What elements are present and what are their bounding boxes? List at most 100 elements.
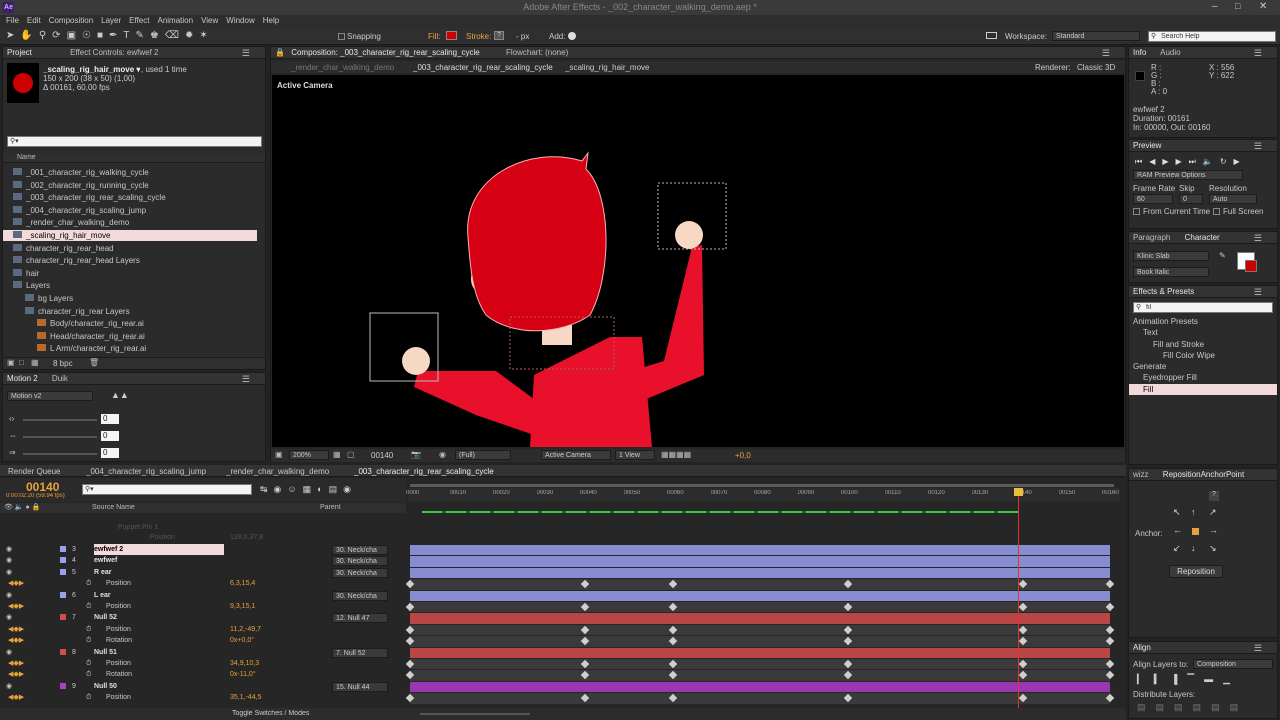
menu-animation[interactable]: Animation <box>157 16 193 25</box>
draft-3d-icon[interactable]: ◉ <box>274 484 282 495</box>
layer-name[interactable]: ewfwef <box>94 555 224 566</box>
grid-icon[interactable]: ▦ <box>333 450 341 459</box>
interpret-footage-icon[interactable]: ▣ <box>7 358 15 367</box>
font-style-dropdown[interactable]: Book Italic <box>1133 267 1209 277</box>
project-item[interactable]: character_rig_rear_head <box>3 243 257 254</box>
tab-wizz[interactable]: wizz <box>1133 470 1149 479</box>
exposure-value[interactable]: +0,0 <box>735 451 751 460</box>
keyframe-nav-icon[interactable]: ◀◆▶ <box>8 669 24 680</box>
clone-stamp-tool-icon[interactable]: ♚ <box>150 30 159 41</box>
eyedropper-icon[interactable]: ✎ <box>1219 251 1226 260</box>
keyframe-nav-icon[interactable]: ◀◆▶ <box>8 578 24 589</box>
project-item[interactable]: Layers <box>3 280 257 291</box>
comp-viewer[interactable]: Active Camera <box>272 75 1124 447</box>
parent-dropdown[interactable]: 7. Null 52 <box>332 647 388 658</box>
project-item[interactable]: _001_character_rig_walking_cycle <box>3 167 257 178</box>
visibility-icon[interactable]: ◉ <box>6 612 12 623</box>
parent-dropdown[interactable]: 30. Neck/cha <box>332 545 388 555</box>
project-item[interactable]: hair <box>3 268 257 279</box>
project-item[interactable]: bg Layers <box>3 293 257 304</box>
property-value[interactable]: 0x+0,0° <box>230 635 254 646</box>
anchor-top-icon[interactable]: ↑ <box>1191 507 1196 517</box>
project-item[interactable]: Head/character_rig_rear.ai <box>3 331 257 342</box>
layer-name[interactable]: Null 50 <box>94 681 224 692</box>
property-value[interactable]: 0x-11,0° <box>230 669 256 680</box>
layer-duration-bar[interactable] <box>410 647 1110 658</box>
quality-dropdown[interactable]: (Full) <box>455 450 511 460</box>
property-row[interactable]: ◀◆▶ ⏱ Position 9,3,15,1 <box>0 601 406 612</box>
menu-effect[interactable]: Effect <box>129 16 149 25</box>
layer-duration-bar[interactable] <box>410 613 1110 624</box>
tab-scaling-jump[interactable]: _004_character_rig_scaling_jump <box>86 467 206 476</box>
motion-preset-dropdown[interactable]: Motion v2 <box>7 391 93 401</box>
project-item[interactable]: Body/character_rig_rear.ai <box>3 318 257 329</box>
panel-menu-icon[interactable]: ☰ <box>242 373 250 384</box>
visibility-icon[interactable]: ◉ <box>6 590 12 601</box>
brush-tool-icon[interactable]: ✎ <box>136 30 144 41</box>
search-help-field[interactable]: ⚲ Search Help <box>1148 31 1276 42</box>
stopwatch-icon[interactable]: ⏱ <box>86 635 91 646</box>
keyframe-nav-icon[interactable]: ◀◆▶ <box>8 658 24 669</box>
layer-row[interactable]: 6 L ear 30. Neck/cha ◉ <box>0 590 406 601</box>
visibility-icon[interactable]: ◉ <box>6 681 12 692</box>
layer-row[interactable]: 9 Null 50 15. Null 44 ◉ <box>0 681 406 692</box>
parent-dropdown[interactable]: 12. Null 47 <box>332 613 388 624</box>
current-time-handle[interactable] <box>1014 488 1023 496</box>
layer-duration-bar[interactable] <box>410 590 1110 601</box>
distribute-hcenter-icon[interactable]: ▤ <box>1211 702 1220 713</box>
align-to-dropdown[interactable]: Composition <box>1193 659 1273 669</box>
ram-preview-icon[interactable]: ▶ <box>1234 157 1240 167</box>
tab-info[interactable]: Info <box>1133 48 1146 57</box>
menu-edit[interactable]: Edit <box>27 16 41 25</box>
skip-dropdown[interactable]: 0 <box>1179 194 1203 204</box>
stopwatch-icon[interactable]: ⏱ <box>86 669 91 680</box>
anchor-top-right-icon[interactable]: ↗ <box>1209 507 1217 518</box>
panel-menu-icon[interactable]: ☰ <box>1254 140 1262 151</box>
workspace-dropdown[interactable]: Standard <box>1052 31 1140 41</box>
tab-effects-presets[interactable]: Effects & Presets <box>1133 287 1194 296</box>
tab-render-queue[interactable]: Render Queue <box>8 467 60 476</box>
property-value[interactable]: 11,2,-49,7 <box>230 624 261 635</box>
project-item[interactable]: _scaling_rig_hair_move <box>3 230 257 241</box>
always-preview-icon[interactable]: ▣ <box>275 450 283 459</box>
keyframe-nav-icon[interactable]: ◀◆▶ <box>8 601 24 612</box>
effects-search-field[interactable]: ⚲ fil <box>1133 302 1273 313</box>
timeline-zoom-slider[interactable] <box>420 713 530 715</box>
effects-item[interactable]: Eyedropper Fill <box>1129 372 1277 383</box>
column-name[interactable]: Name <box>17 154 36 161</box>
align-vcenter-icon[interactable]: ▬ <box>1204 674 1213 685</box>
align-left-icon[interactable]: ▎ <box>1137 674 1144 685</box>
help-icon[interactable]: ? <box>1209 491 1219 501</box>
keyframe-nav-icon[interactable]: ◀◆▶ <box>8 635 24 646</box>
motion-value-1[interactable]: 0 <box>101 414 119 424</box>
panel-menu-icon[interactable]: ☰ <box>1102 47 1110 58</box>
comp-mini-flowchart-icon[interactable]: ↹ <box>260 484 268 495</box>
anchor-right-icon[interactable]: → <box>1209 525 1218 535</box>
renderer-value[interactable]: Classic 3D <box>1077 63 1115 72</box>
play-icon[interactable]: ▶ <box>1162 157 1168 167</box>
tab-duik[interactable]: Duik <box>52 374 68 383</box>
minimize-button[interactable]: – <box>1212 1 1218 12</box>
visibility-icon[interactable]: ◉ <box>6 544 12 555</box>
property-row[interactable]: ◀◆▶ ⏱ Position 11,2,-49,7 <box>0 624 406 635</box>
loop-icon[interactable]: ↻ <box>1220 157 1227 167</box>
lock-icon[interactable]: 🔒 <box>275 48 285 57</box>
from-current-checkbox[interactable] <box>1133 208 1140 215</box>
rectangle-tool-icon[interactable]: ■ <box>97 30 103 41</box>
fast-preview-icon[interactable]: ▦▦▦▦ <box>661 450 691 459</box>
zoom-dropdown[interactable]: 200% <box>289 450 329 460</box>
current-time-display[interactable]: 00140 <box>371 451 393 460</box>
visibility-icon[interactable]: ◉ <box>6 647 12 658</box>
anchor-grid[interactable]: ↖ ↑ ↗ ← → ↙ ↓ ↘ <box>1171 507 1221 557</box>
pen-tool-icon[interactable]: ✒ <box>109 30 117 41</box>
camera-dropdown[interactable]: Active Camera <box>541 450 611 460</box>
toggle-switches-modes[interactable]: Toggle Switches / Modes <box>232 710 309 717</box>
layer-row[interactable]: 5 R ear 30. Neck/cha ◉ <box>0 567 406 578</box>
visibility-icon[interactable]: ◉ <box>6 567 12 578</box>
distribute-bottom-icon[interactable]: ▤ <box>1174 702 1183 713</box>
timeline-search-field[interactable]: ⚲▾ <box>82 484 252 495</box>
panel-menu-icon[interactable]: ☰ <box>1254 286 1262 297</box>
project-search-field[interactable]: ⚲▾ <box>7 136 262 147</box>
menu-view[interactable]: View <box>201 16 218 25</box>
timeline-timecode[interactable]: 00140 <box>26 480 59 494</box>
